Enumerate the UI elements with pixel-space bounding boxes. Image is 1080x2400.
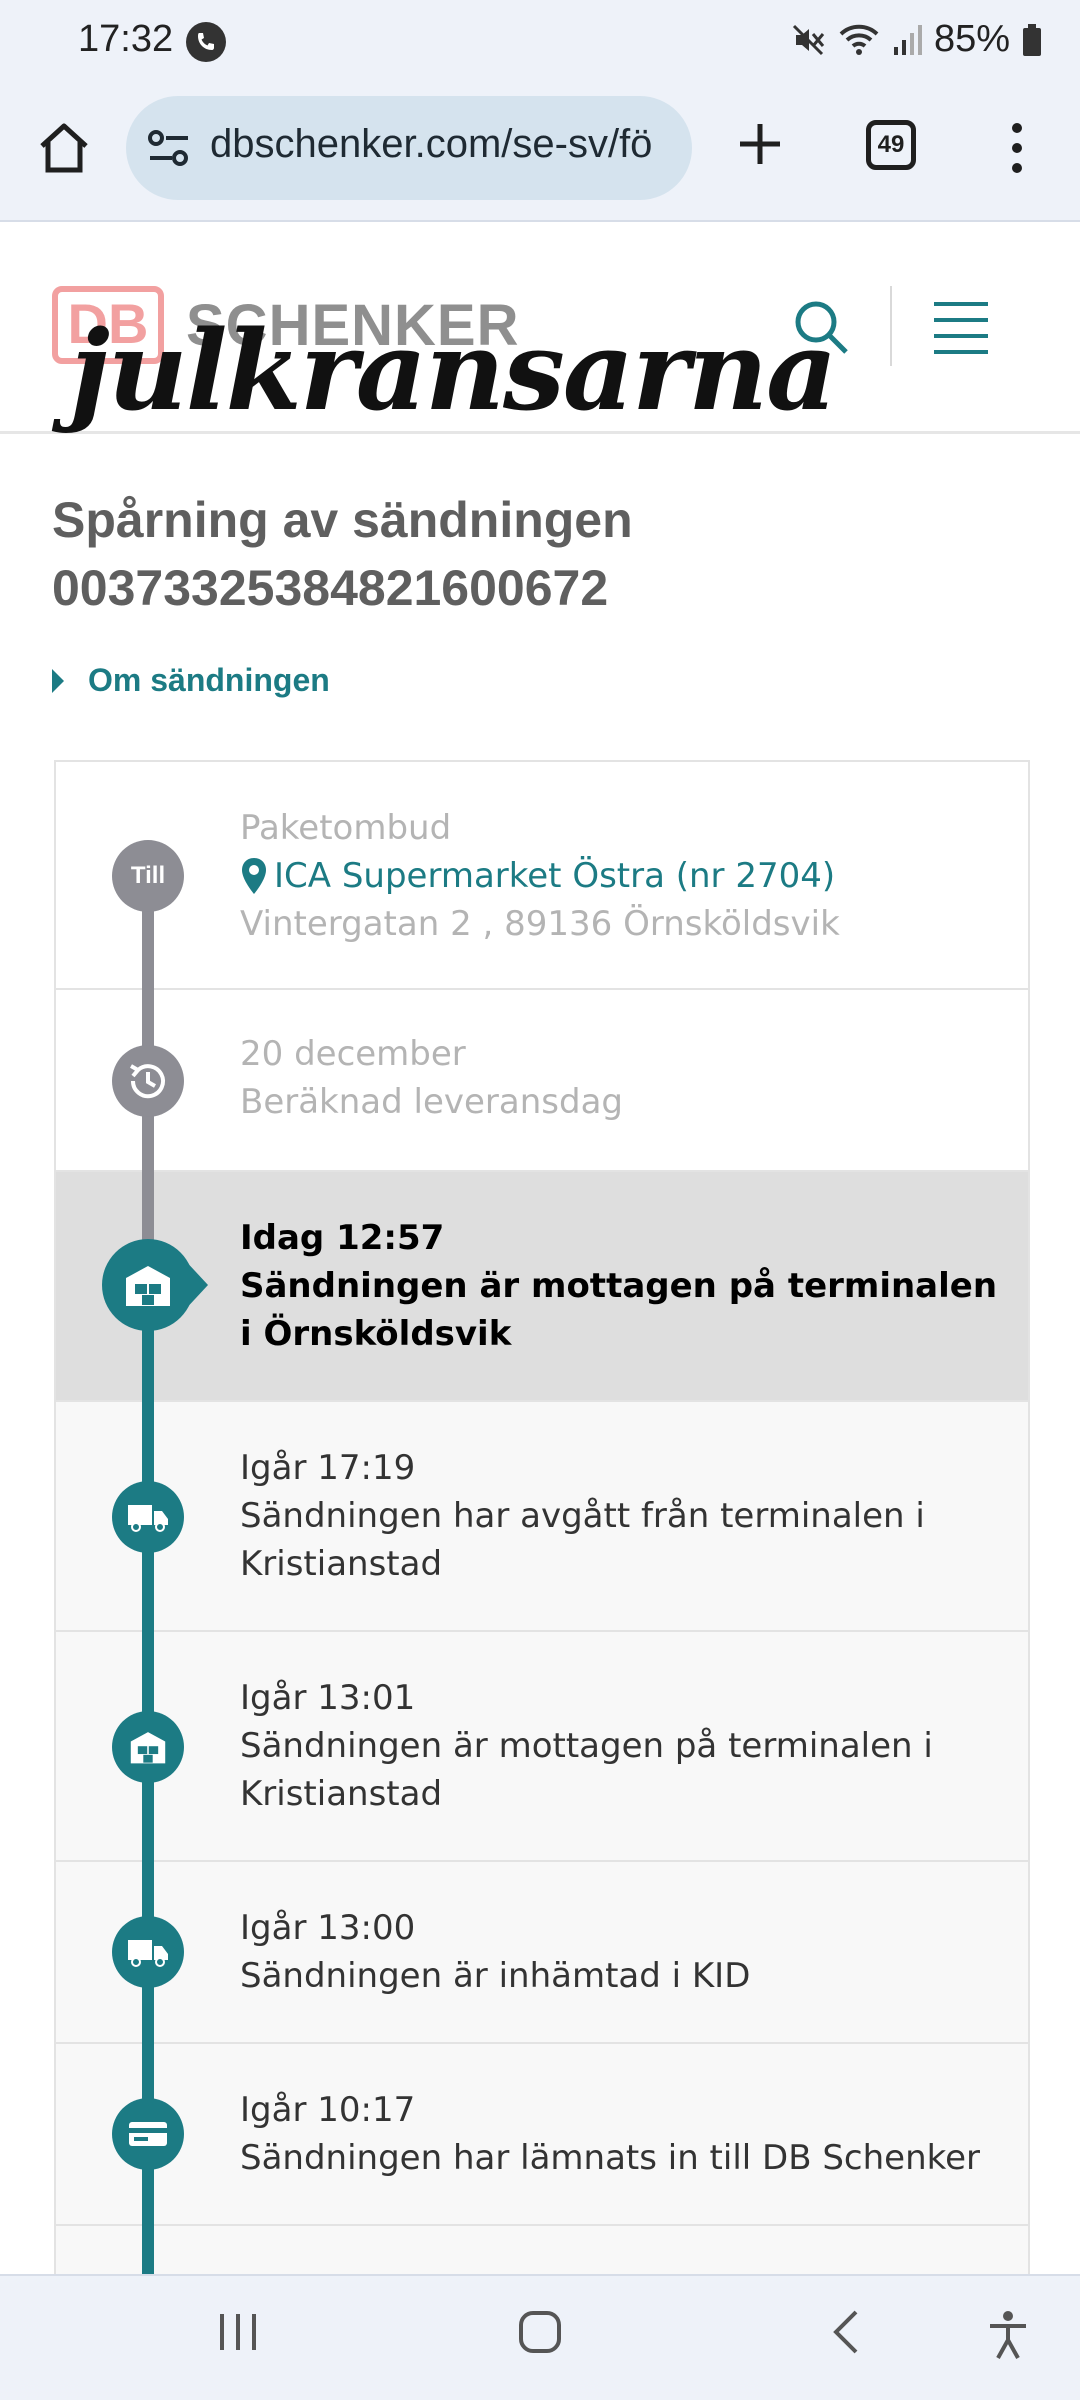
truck-icon [112,1481,184,1553]
back-icon[interactable] [826,2310,870,2359]
till-badge: Till [130,862,166,889]
timeline-event-row: Igår 17:19 Sändningen har avgått från te… [56,1402,1028,1632]
timeline-estimate-row: 20 december Beräknad leveransdag [56,990,1028,1172]
new-tab-icon[interactable] [730,114,790,174]
event-text: Sändningen är mottagen på terminalen i K… [240,1726,933,1814]
tracking-timeline: Paketombud ICA Supermarket Östra (nr 270… [54,760,1030,2280]
wifi-icon [838,22,880,58]
timeline-destination-row: Paketombud ICA Supermarket Östra (nr 270… [56,762,1028,990]
overlay-text: julkransarna [70,306,837,435]
truck-icon [112,1916,184,1988]
location-pin-icon [242,858,266,894]
destination-address: Vintergatan 2 , 89136 Örnsköldsvik [240,904,840,944]
event-text: Sändningen har lämnats in till DB Schenk… [240,2138,981,2178]
timeline-event-row: Igår 13:01 Sändningen är mottagen på ter… [56,1632,1028,1862]
event-text: Sändningen är inhämtad i KID [240,1956,751,1996]
warehouse-icon [102,1239,194,1331]
destination-location-link[interactable]: ICA Supermarket Östra (nr 2704) [240,852,840,900]
site-header: DB SCHENKER julkransarna [0,224,1080,434]
about-shipment-label: Om sändningen [88,662,330,698]
event-time: Igår 17:19 [240,1448,416,1488]
event-time: Igår 13:01 [240,1678,416,1718]
browser-toolbar: dbschenker.com/se-sv/fö 49 [0,84,1080,222]
card-icon [112,2098,184,2170]
tab-switcher-icon[interactable]: 49 [866,120,916,170]
mute-icon [790,22,826,58]
timeline-event-row: Igår 13:00 Sändningen är inhämtad i KID [56,1862,1028,2044]
call-icon [186,22,226,62]
status-time: 17:32 [78,18,174,60]
menu-icon[interactable] [932,298,990,356]
clock-history-icon [112,1045,184,1117]
site-settings-icon[interactable] [146,126,192,175]
recent-apps-icon[interactable] [216,2310,260,2359]
accessibility-icon[interactable] [986,2310,1030,2365]
warehouse-icon [112,1711,184,1783]
system-navigation-bar [0,2274,1080,2400]
search-icon[interactable] [792,298,852,358]
event-time: Igår 13:00 [240,1908,416,1948]
estimate-label: Beräknad leveransdag [240,1082,623,1122]
home-nav-icon[interactable] [518,2310,562,2359]
event-text: Sändningen har avgått från terminalen i … [240,1496,925,1584]
timeline-event-row-partial [56,2226,1028,2280]
timeline-event-row: Igår 10:17 Sändningen har lämnats in til… [56,2044,1028,2226]
page-title-line1: Spårning av sändningen [52,492,633,548]
caret-right-icon [52,668,64,693]
current-pointer [182,1257,208,1313]
tracking-number: 00373325384821600672 [52,560,609,616]
estimate-date: 20 december [240,1034,466,1074]
about-shipment-toggle[interactable]: Om sändningen [52,662,330,699]
till-icon: Till [112,840,184,912]
signal-icon [892,23,922,57]
battery-text: 85% [933,18,1010,60]
event-time: Idag 12:57 [240,1218,445,1258]
header-divider [890,286,892,366]
battery-icon [1022,23,1042,57]
event-time: Igår 10:17 [240,2090,416,2130]
more-menu-icon[interactable] [1004,120,1030,176]
page-title: Spårning av sändningen 00373325384821600… [52,486,633,622]
address-bar[interactable]: dbschenker.com/se-sv/fö [126,96,692,200]
destination-location: ICA Supermarket Östra (nr 2704) [274,856,836,896]
url-text: dbschenker.com/se-sv/fö [210,122,653,166]
event-text: Sändningen är mottagen på terminalen i Ö… [240,1266,998,1354]
destination-label: Paketombud [240,808,452,848]
status-bar: 17:32 85% [0,0,1080,84]
home-icon[interactable] [34,118,94,178]
